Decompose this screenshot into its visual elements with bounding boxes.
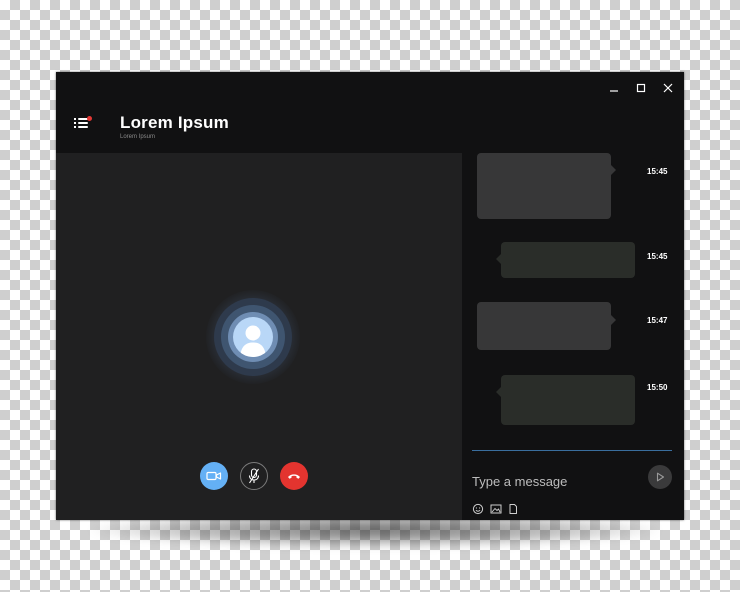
close-icon [663, 83, 673, 93]
chat-input-divider [472, 450, 672, 451]
send-icon [656, 472, 665, 482]
chat-message-outgoing [496, 242, 635, 278]
phone-hangup-icon [288, 474, 300, 479]
avatar [233, 317, 273, 357]
emoji-button[interactable] [472, 502, 484, 515]
maximize-icon [636, 83, 646, 93]
send-button[interactable] [648, 465, 672, 489]
minimize-button[interactable] [606, 80, 622, 96]
chat-message-outgoing [496, 375, 635, 425]
menu-icon[interactable] [74, 116, 92, 130]
attachment-icon [509, 504, 517, 514]
video-call-window: Lorem Ipsum Lorem Ipsum 15:45 15:45 15:4… [56, 72, 684, 520]
message-time: 15:45 [647, 252, 668, 261]
caller-avatar [206, 290, 300, 384]
video-camera-icon [206, 471, 222, 481]
chat-message-incoming [477, 302, 616, 350]
mute-button[interactable] [240, 462, 268, 490]
image-button[interactable] [490, 502, 502, 514]
video-toggle-button[interactable] [200, 462, 228, 490]
emoji-icon [472, 503, 484, 515]
notification-dot [87, 116, 92, 121]
page-title: Lorem Ipsum [120, 113, 229, 132]
image-icon [490, 504, 502, 514]
page-subtitle: Lorem Ipsum [120, 134, 156, 140]
chat-panel: 15:45 15:45 15:47 15:50 [462, 153, 684, 520]
message-time: 15:50 [647, 383, 668, 392]
attachment-button[interactable] [507, 502, 519, 514]
microphone-off-icon [248, 468, 260, 484]
message-input[interactable] [472, 471, 632, 491]
chat-message-incoming [477, 153, 616, 219]
close-button[interactable] [660, 80, 676, 96]
maximize-button[interactable] [633, 80, 649, 96]
message-time: 15:47 [647, 316, 668, 325]
end-call-button[interactable] [280, 462, 308, 490]
message-time: 15:45 [647, 167, 668, 176]
user-silhouette-icon [240, 325, 266, 357]
minimize-icon [610, 90, 618, 92]
